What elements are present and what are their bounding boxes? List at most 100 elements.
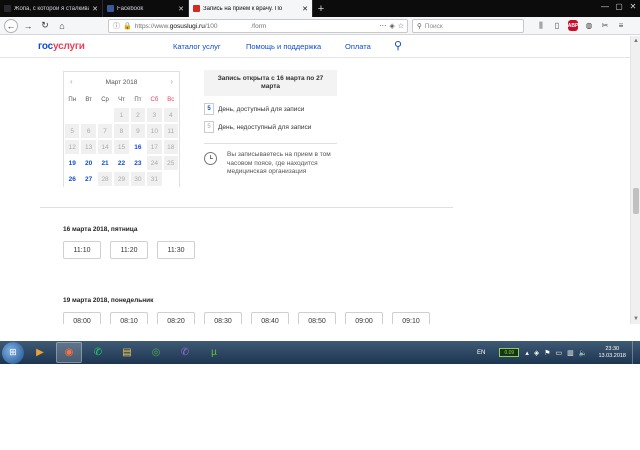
calendar-day: 11: [162, 123, 179, 139]
adblock-icon[interactable]: ABP: [568, 20, 578, 31]
tab-1[interactable]: Жопа, с которой я сталкиваю ✕: [0, 0, 103, 17]
calendar-day: 4: [162, 107, 179, 123]
time-slot-button[interactable]: 09:10: [392, 312, 430, 324]
tab-3-active[interactable]: Запись на прием к врачу. По ✕: [189, 0, 313, 17]
tab-2[interactable]: Facebook ✕: [103, 0, 189, 17]
page-scrollbar[interactable]: ▲ ▼: [630, 36, 640, 324]
taskbar-explorer-icon[interactable]: ▤: [114, 342, 140, 363]
extension-icon[interactable]: ◍: [584, 20, 594, 31]
new-tab-button[interactable]: +: [313, 0, 329, 17]
maximize-button[interactable]: ▢: [612, 0, 626, 12]
sidebar-icon[interactable]: ▯: [552, 20, 562, 31]
calendar-day[interactable]: 19: [64, 155, 81, 171]
taskbar-viber-icon[interactable]: ✆: [172, 342, 198, 363]
calendar-day[interactable]: 26: [64, 171, 81, 187]
close-window-button[interactable]: ✕: [626, 0, 640, 12]
page-content: ‹ Март 2018 › Пн Вт Ср Чт Пт Сб Вс 1 2 3 4 5 6 7 8 9 10…: [0, 58, 630, 324]
time-slot-button[interactable]: 08:00: [63, 312, 101, 324]
time-slot-button[interactable]: 11:10: [63, 241, 101, 259]
calendar-day[interactable]: 21: [96, 155, 114, 171]
calendar-prev-button[interactable]: ‹: [70, 77, 73, 86]
lock-icon[interactable]: 🔒: [123, 22, 132, 30]
language-indicator[interactable]: EN: [477, 350, 485, 356]
tab-close-icon[interactable]: ✕: [178, 5, 184, 13]
calendar-next-button[interactable]: ›: [170, 77, 173, 86]
taskbar-clock[interactable]: 23:30 13.03.2018: [598, 346, 626, 360]
calendar-day: 5: [64, 123, 81, 139]
url-actions: ⋯ ◈ ☆: [379, 22, 404, 30]
menu-help[interactable]: Помощь и поддержка: [246, 42, 321, 51]
tray-app-icon[interactable]: ◈: [534, 349, 539, 357]
legend-unavailable-swatch: 5: [204, 121, 214, 133]
time-slot-button[interactable]: 08:50: [298, 312, 336, 324]
scroll-down-icon[interactable]: ▼: [631, 314, 640, 324]
tray-flag-icon[interactable]: ⚑: [544, 349, 550, 357]
taskbar-whatsapp-icon[interactable]: ✆: [85, 342, 111, 363]
network-meter[interactable]: 0.09: [499, 348, 520, 357]
time-slot-button[interactable]: 08:40: [251, 312, 289, 324]
scroll-up-icon[interactable]: ▲: [631, 36, 640, 46]
weekday-label: Вт: [85, 97, 92, 103]
time-slot-button[interactable]: 11:20: [110, 241, 148, 259]
time-slot-button[interactable]: 09:00: [345, 312, 383, 324]
menu-catalog[interactable]: Каталог услуг: [173, 42, 221, 51]
menu-icon[interactable]: ≡: [616, 20, 626, 31]
info-icon[interactable]: ⓘ: [113, 21, 120, 31]
scroll-thumb[interactable]: [633, 188, 639, 214]
home-button[interactable]: ⌂: [55, 19, 69, 33]
screenshot-icon[interactable]: ✂: [600, 20, 610, 31]
forward-button[interactable]: →: [21, 19, 35, 33]
time-slot-button[interactable]: 08:30: [204, 312, 242, 324]
calendar-day: 15: [113, 139, 130, 155]
search-bar[interactable]: ⚲ Поиск: [412, 19, 524, 33]
system-tray: EN 0.09 ▴ ◈ ⚑ ▭ ▥ 🔈 23:30 13.03.2018: [477, 341, 640, 364]
calendar-day[interactable]: 20: [80, 155, 97, 171]
taskbar-firefox-icon[interactable]: ◉: [56, 342, 82, 363]
taskbar-media-player-icon[interactable]: ▶: [27, 342, 53, 363]
pocket-icon[interactable]: ◈: [389, 22, 394, 30]
time-slot-button[interactable]: 08:20: [157, 312, 195, 324]
back-button[interactable]: ←: [4, 18, 18, 33]
weekday-label: Пн: [68, 97, 77, 103]
taskbar-chrome-icon[interactable]: ◎: [143, 342, 169, 363]
minimize-button[interactable]: —: [598, 0, 612, 12]
calendar-days: 1 2 3 4 5 6 7 8 9 10 11 12 13 14 15 16 17 18 19 20 21 22 23 24 2…: [64, 107, 179, 187]
menu-payment[interactable]: Оплата: [345, 42, 371, 51]
time-slot-button[interactable]: 11:30: [157, 241, 195, 259]
library-icon[interactable]: ⫼: [536, 20, 546, 31]
calendar-day[interactable]: 27: [80, 171, 97, 187]
tab-close-icon[interactable]: ✕: [302, 5, 308, 13]
blank-area: [0, 364, 640, 450]
window-controls: — ▢ ✕: [598, 0, 640, 12]
tray-volume-icon[interactable]: 🔈: [579, 349, 588, 357]
start-button[interactable]: ⊞: [2, 341, 24, 364]
timezone-note: Вы записываетесь на прием в том часовом …: [227, 151, 331, 175]
calendar-day[interactable]: 22: [113, 155, 130, 171]
weekday-label: Сб: [150, 97, 159, 103]
reload-button[interactable]: ↻: [38, 19, 52, 33]
tab-close-icon[interactable]: ✕: [92, 5, 98, 13]
page-actions-icon[interactable]: ⋯: [379, 22, 386, 30]
calendar-header: ‹ Март 2018 ›: [64, 72, 179, 93]
date-heading: 16 марта 2018, пятница: [63, 226, 138, 233]
tray-expand-icon[interactable]: ▴: [525, 349, 529, 357]
calendar-day: 3: [146, 107, 163, 123]
tray-monitor-icon[interactable]: ▭: [556, 349, 563, 357]
tab-favicon-icon: [107, 5, 114, 12]
show-desktop-button[interactable]: [632, 341, 640, 364]
calendar-day: 28: [96, 171, 114, 187]
section-divider: [40, 207, 453, 208]
time-slot-button[interactable]: 08:10: [110, 312, 148, 324]
tray-network-icon[interactable]: ▥: [567, 349, 574, 357]
taskbar-utorrent-icon[interactable]: µ: [201, 342, 227, 363]
calendar-day: 13: [80, 139, 97, 155]
search-icon: ⚲: [417, 23, 422, 30]
calendar-day[interactable]: 16: [129, 139, 147, 155]
calendar-day: 14: [96, 139, 114, 155]
calendar-day[interactable]: 23: [129, 155, 147, 171]
gosuslugi-logo[interactable]: госуслуги: [38, 41, 85, 52]
bookmark-star-icon[interactable]: ☆: [398, 22, 404, 30]
address-bar[interactable]: ⓘ 🔒 https://www.gosuslugi.ru/100/form ⋯ …: [108, 19, 408, 33]
site-search-icon[interactable]: ⚲: [394, 39, 402, 52]
clock-time: 23:30: [605, 345, 620, 352]
